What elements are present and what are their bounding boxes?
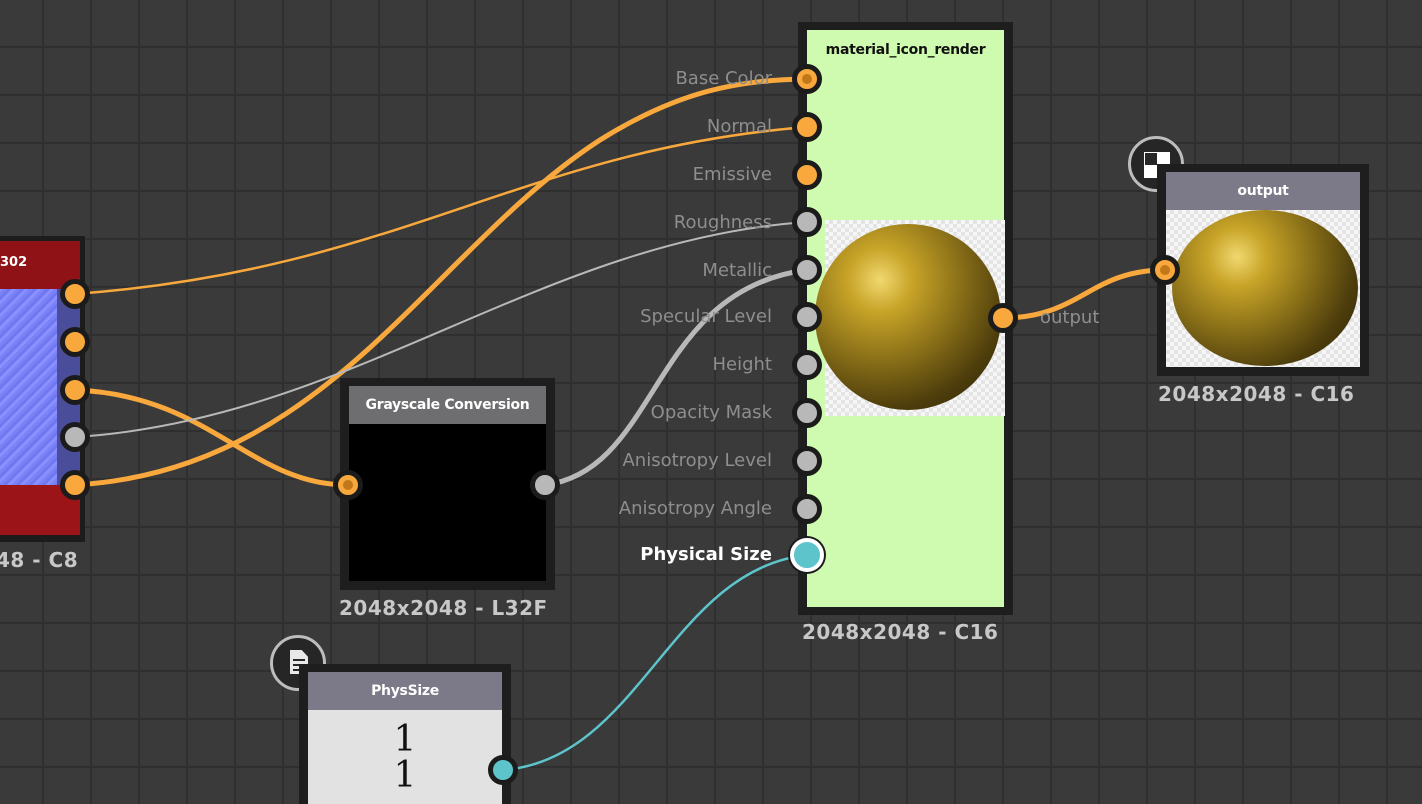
input-port-metallic[interactable]: [792, 255, 822, 285]
material-icon-render-node[interactable]: material_icon_render: [798, 22, 1013, 615]
output-node-title: output: [1237, 183, 1289, 199]
grayscale-node-resolution: 2048x2048 - L32F: [339, 596, 548, 620]
left-node-thumbnail: [0, 289, 57, 485]
input-label-specular-level: Specular Level: [640, 306, 772, 327]
grayscale-node-thumbnail: [349, 424, 546, 581]
physsize-value-1: 1: [393, 719, 417, 760]
input-label-anisotropy-level: Anisotropy Level: [622, 450, 772, 471]
output-node-resolution: 2048x2048 - C16: [1158, 382, 1355, 406]
left-node-output-port-4[interactable]: [60, 422, 90, 452]
physsize-output-port[interactable]: [488, 755, 518, 785]
wire-left-to-normal[interactable]: [74, 125, 808, 296]
left-node-output-port-3[interactable]: [60, 375, 90, 405]
output-node-input-port[interactable]: [1150, 255, 1180, 285]
grayscale-conversion-node[interactable]: Grayscale Conversion: [340, 378, 555, 590]
input-port-base-color[interactable]: [792, 64, 822, 94]
left-node-output-port-1[interactable]: [60, 279, 90, 309]
input-label-height: Height: [712, 354, 772, 375]
input-port-anisotropy-level[interactable]: [792, 446, 822, 476]
output-node[interactable]: output: [1157, 164, 1369, 376]
left-node-output-port-5[interactable]: [60, 470, 90, 500]
input-label-physical-size: Physical Size: [640, 544, 772, 565]
grayscale-node-input-port[interactable]: [333, 470, 363, 500]
material-output-label: output: [1040, 307, 1100, 328]
left-node-output-port-2[interactable]: [60, 327, 90, 357]
input-port-specular-level[interactable]: [792, 302, 822, 332]
input-port-emissive[interactable]: [792, 160, 822, 190]
grayscale-node-title: Grayscale Conversion: [365, 397, 530, 413]
physsize-node-body: 1 1: [308, 710, 502, 804]
left-node-resolution: 48 - C8: [0, 548, 79, 572]
output-sphere-preview: [1172, 210, 1358, 366]
input-port-physical-size[interactable]: [790, 538, 824, 572]
physsize-node[interactable]: PhysSize 1 1: [299, 664, 511, 804]
physsize-node-title: PhysSize: [371, 683, 439, 699]
left-node-title: 302: [0, 255, 28, 270]
material-node-thumbnail: [815, 220, 1005, 416]
physsize-value-2: 1: [393, 755, 417, 796]
input-label-base-color: Base Color: [675, 68, 772, 89]
input-label-anisotropy-angle: Anisotropy Angle: [618, 498, 772, 519]
input-label-roughness: Roughness: [673, 212, 772, 233]
material-node-title: material_icon_render: [825, 42, 986, 58]
material-output-port[interactable]: [988, 303, 1018, 333]
input-port-normal[interactable]: [792, 112, 822, 142]
input-label-emissive: Emissive: [692, 164, 772, 185]
input-port-anisotropy-angle[interactable]: [792, 494, 822, 524]
wire-left-to-grayscale[interactable]: [74, 387, 349, 488]
input-label-normal: Normal: [706, 116, 772, 137]
input-port-roughness[interactable]: [792, 207, 822, 237]
input-port-opacity-mask[interactable]: [792, 398, 822, 428]
input-port-height[interactable]: [792, 350, 822, 380]
grayscale-node-output-port[interactable]: [530, 470, 560, 500]
output-node-thumbnail: [1166, 210, 1360, 367]
input-label-opacity-mask: Opacity Mask: [650, 402, 772, 423]
material-node-resolution: 2048x2048 - C16: [802, 620, 999, 644]
input-label-metallic: Metallic: [702, 260, 772, 281]
material-sphere-preview: [815, 224, 1001, 410]
